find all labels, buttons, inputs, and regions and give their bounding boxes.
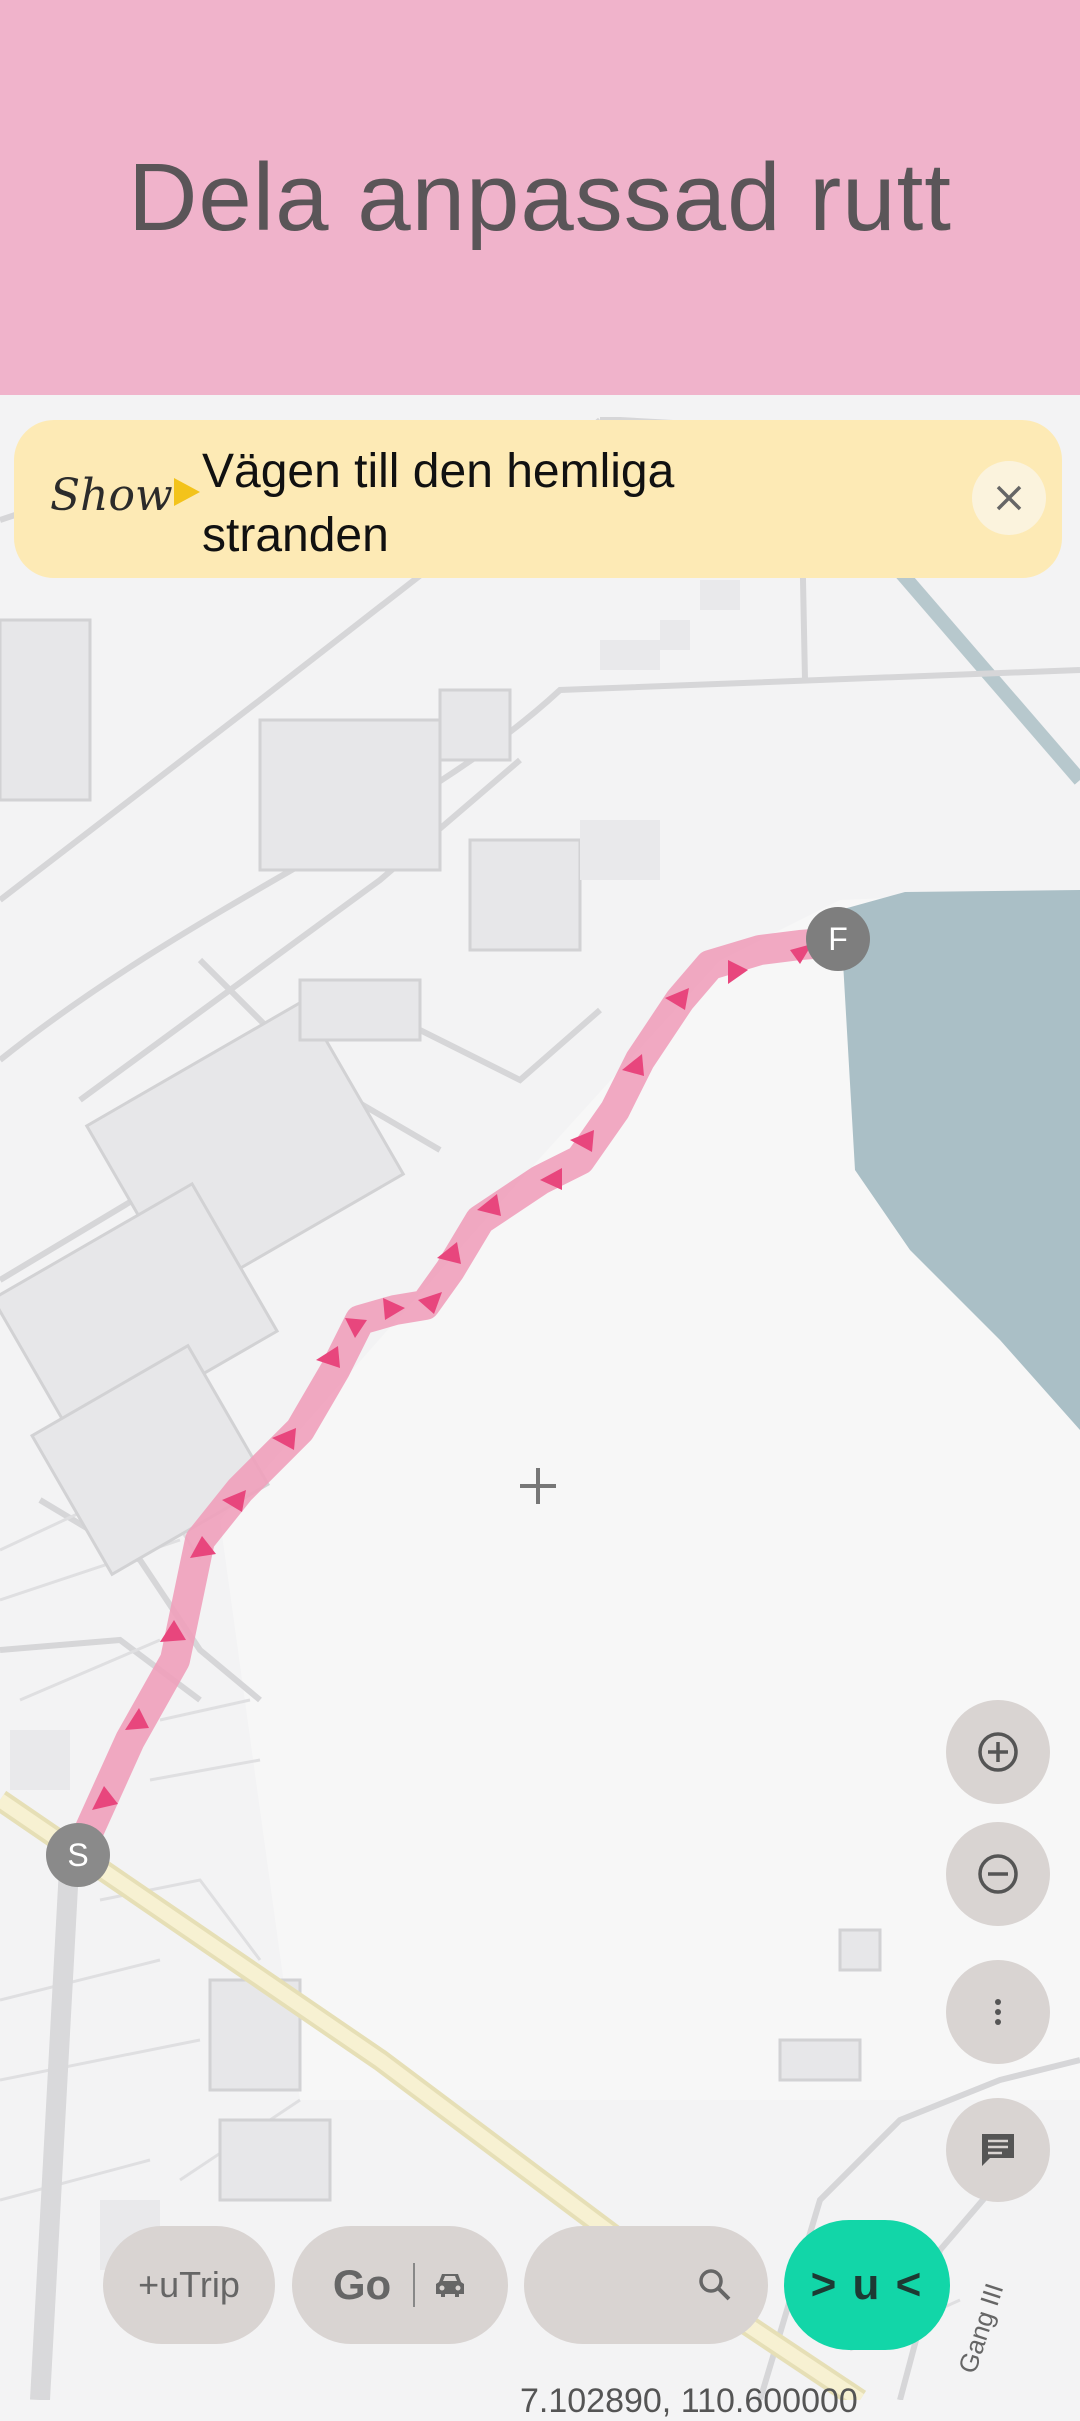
u-turn-button[interactable]: > u < [784, 2220, 950, 2350]
route-banner: Show Vägen till den hemliga stranden [14, 420, 1062, 578]
chat-icon [982, 2134, 1014, 2166]
more-options-button[interactable] [946, 1960, 1050, 2064]
start-marker[interactable]: S [46, 1823, 110, 1887]
close-icon [996, 485, 1022, 511]
utrip-button[interactable]: +uTrip [103, 2226, 275, 2344]
search-input[interactable] [544, 2256, 698, 2314]
show-logo: Show [50, 470, 173, 521]
map-view[interactable]: Gang III S F [0, 395, 1080, 2410]
go-button[interactable]: Go [292, 2226, 508, 2344]
play-arrow-icon [174, 478, 200, 506]
coordinates-readout: 7.102890, 110.600000 [520, 2382, 858, 2420]
close-button[interactable] [972, 461, 1046, 535]
zoom-in-icon [978, 1732, 1018, 1772]
finish-marker[interactable]: F [806, 907, 870, 971]
app-header: Dela anpassad rutt [0, 0, 1080, 395]
page-title: Dela anpassad rutt [128, 143, 952, 251]
zoom-out-icon [978, 1854, 1018, 1894]
search-button[interactable] [524, 2226, 768, 2344]
car-icon [436, 2274, 465, 2297]
chat-button[interactable] [946, 2098, 1050, 2202]
route-title: Vägen till den hemliga stranden [202, 445, 675, 562]
search-icon [699, 2269, 731, 2301]
zoom-out-button[interactable] [946, 1822, 1050, 1926]
more-vert-icon [995, 1999, 1001, 2025]
zoom-in-button[interactable] [946, 1700, 1050, 1804]
crosshair-icon [520, 1468, 556, 1504]
divider [413, 2263, 416, 2307]
